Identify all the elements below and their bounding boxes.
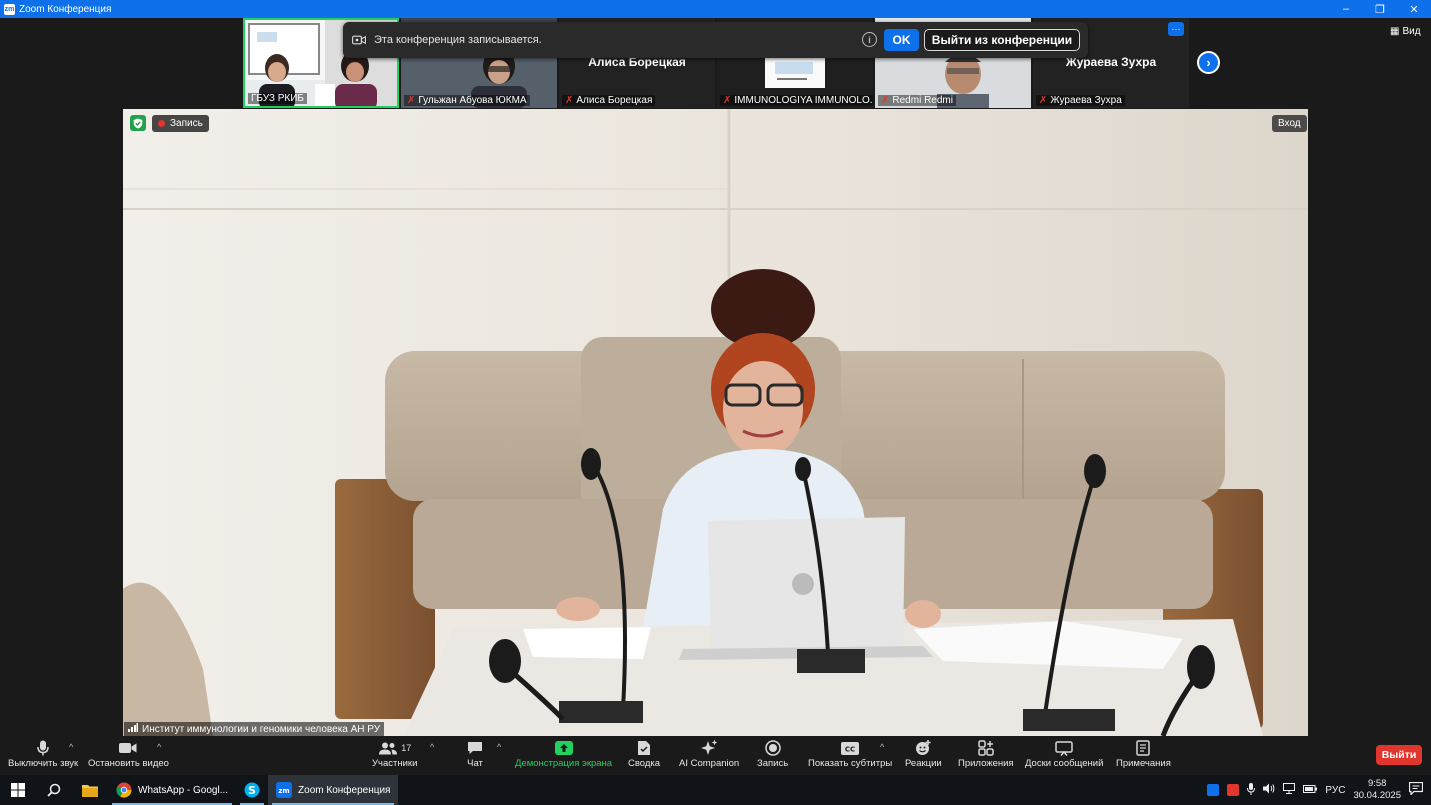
clock[interactable]: 9:58 30.04.2025 [1353,778,1401,802]
speaker-name-label: Институт иммунологии и геномики человека… [124,722,385,736]
share-screen-icon [554,738,573,758]
leave-meeting-button[interactable]: Выйти из конференции [924,29,1080,51]
speaker-volume-icon[interactable] [1263,783,1275,797]
taskbar-app-chrome[interactable]: WhatsApp - Googl... [108,775,236,805]
chat-options-caret[interactable]: ^ [497,742,501,752]
camera-record-icon [352,34,366,46]
file-explorer-button[interactable] [72,775,108,805]
recording-indicator[interactable]: Запись [152,115,209,132]
microphone-tray-icon[interactable] [1247,782,1256,798]
grid-icon: ▦ [1390,26,1400,37]
record-button[interactable]: Запись [757,738,788,769]
search-button[interactable] [36,775,72,805]
notes-icon [1136,738,1151,758]
participant-name: ✗ Гульжан Абуова ЮКМА [404,95,530,106]
taskbar: WhatsApp - Googl... S zm Zoom Конференци… [0,775,1431,805]
system-tray: РУС 9:58 30.04.2025 [1207,775,1431,805]
summary-icon [637,738,651,758]
zoom-tray-icon[interactable] [1207,784,1220,796]
smiley-icon [915,738,931,758]
windows-start-button[interactable] [0,775,36,805]
mic-muted-icon: ✗ [723,95,732,106]
whiteboards-button[interactable]: Доски сообщений [1025,738,1103,769]
record-icon [764,738,781,758]
mic-muted-icon: ✗ [1039,95,1048,106]
svg-text:CC: CC [845,745,855,753]
notes-button[interactable]: Примечания [1116,738,1171,769]
apps-button[interactable]: Приложения [958,738,1014,769]
enter-button[interactable]: Вход [1272,115,1307,132]
window-title: Zoom Конференция [19,3,112,15]
zoom-app-icon: zm [4,3,15,15]
battery-icon[interactable] [1303,784,1318,796]
participant-name: ✗ Redmi Redmi [878,95,956,106]
ok-button[interactable]: OK [884,29,919,51]
svg-text:zm: zm [278,787,289,795]
chat-button[interactable]: Чат [467,738,483,769]
mute-button[interactable]: Выключить звук [8,738,78,769]
participants-button[interactable]: 17 Участники [372,738,417,769]
recording-notice: Эта конференция записывается. i OK Выйти… [343,22,1088,58]
chrome-icon [116,782,132,798]
summary-button[interactable]: Сводка [628,738,660,769]
participants-count: 17 [401,743,412,753]
recorder-tray-icon[interactable] [1227,784,1240,796]
mic-muted-icon: ✗ [407,95,416,106]
mic-muted-icon: ✗ [881,95,890,106]
network-icon[interactable] [1283,783,1296,797]
microphone-icon [37,738,49,758]
more-options-icon[interactable]: ··· [1168,22,1184,36]
participant-name: ✗ Жураева Зухра [1036,95,1125,106]
video-options-caret[interactable]: ^ [157,742,161,752]
close-button[interactable]: ✕ [1397,0,1431,18]
next-page-button[interactable]: › [1197,51,1220,74]
whiteboard-icon [1055,738,1073,758]
skype-icon: S [244,782,260,798]
minimize-button[interactable]: – [1329,0,1363,18]
windows-logo-icon [11,783,25,797]
reactions-button[interactable]: Реакции [905,738,942,769]
share-screen-button[interactable]: Демонстрация экрана [515,738,612,769]
title-bar: zm Zoom Конференция – ❐ ✕ [0,0,1431,18]
participant-name: ✗ Алиса Борецкая [562,95,656,106]
record-dot-icon [158,120,165,127]
restore-button[interactable]: ❐ [1363,0,1397,18]
sparkle-icon [700,738,718,758]
participant-name: ✗ IMMUNOLOGIYA IMMUNOLO... [720,95,873,106]
leave-button[interactable]: Выйти [1376,745,1422,765]
mic-muted-icon: ✗ [565,95,574,106]
zoom-icon: zm [276,782,293,798]
info-icon[interactable]: i [862,32,877,47]
meeting-toolbar: Выключить звук ^ Остановить видео ^ 17 У… [0,736,1431,775]
search-icon [47,783,61,797]
encryption-shield-icon[interactable] [130,115,146,131]
participant-name: ГБУЗ РКИБ [248,93,307,104]
signal-bars-icon [128,723,138,735]
participants-icon: 17 [378,738,411,758]
apps-icon [978,738,994,758]
captions-options-caret[interactable]: ^ [880,742,884,752]
input-language[interactable]: РУС [1325,785,1345,796]
video-camera-icon [119,738,137,758]
closed-captions-icon: CC [841,738,860,758]
folder-icon [82,784,98,797]
ai-companion-button[interactable]: AI Companion [679,738,739,769]
chat-bubble-icon [467,738,483,758]
recording-notice-text: Эта конференция записывается. [374,34,542,46]
taskbar-app-skype[interactable]: S [236,775,268,805]
svg-text:S: S [248,784,256,797]
view-button[interactable]: ▦ Вид [1390,26,1421,37]
main-video [123,109,1308,736]
audio-options-caret[interactable]: ^ [69,742,73,752]
taskbar-app-zoom[interactable]: zm Zoom Конференция [268,775,399,805]
participants-options-caret[interactable]: ^ [430,742,434,752]
notifications-icon[interactable] [1408,781,1424,798]
speaker-video-frame [123,109,1308,736]
